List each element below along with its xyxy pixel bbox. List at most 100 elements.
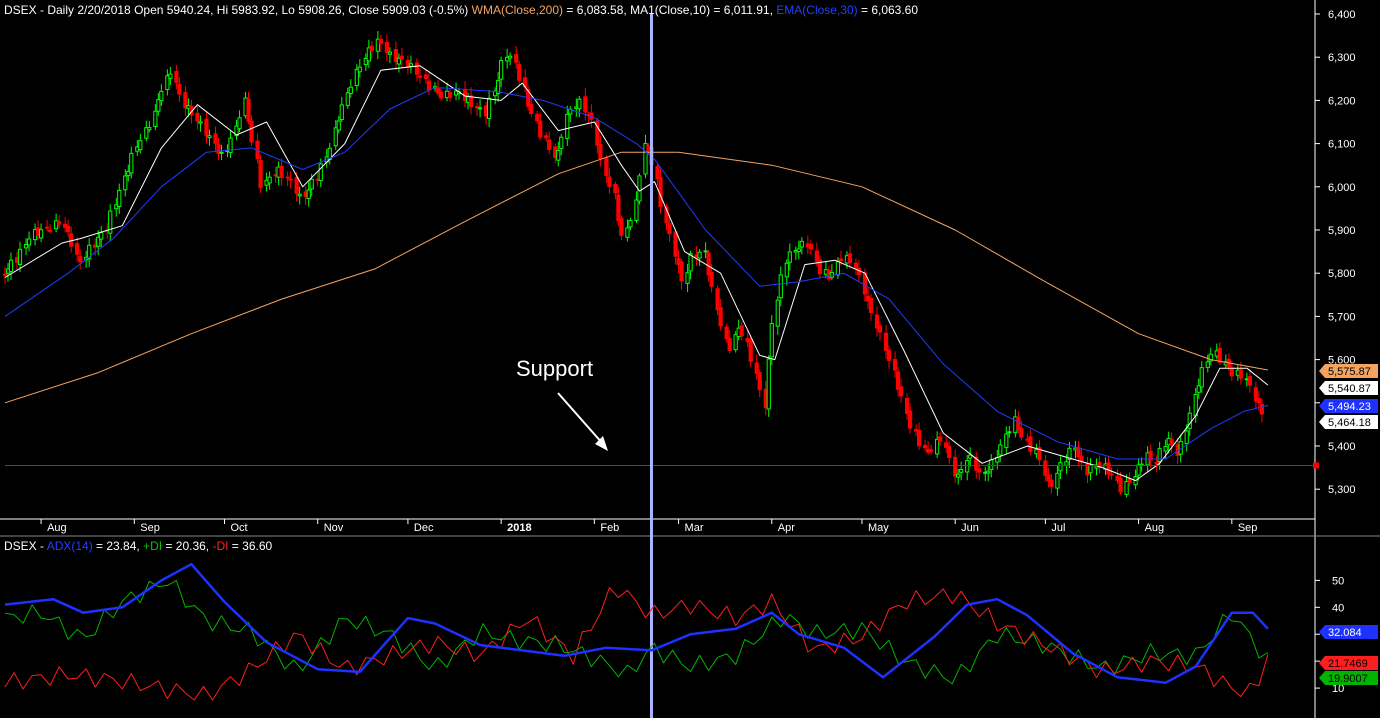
candle-body xyxy=(607,176,612,188)
candle-body xyxy=(417,75,423,78)
support-marker xyxy=(1313,462,1319,469)
price-tag-label-wma: 5,575.87 xyxy=(1328,366,1371,378)
candle-body xyxy=(565,113,570,139)
candle-body xyxy=(426,80,432,91)
candle-body xyxy=(968,454,973,459)
candle-body xyxy=(1124,481,1129,495)
candle-body xyxy=(883,332,889,351)
mdi-legend-label: -DI xyxy=(212,539,229,553)
candle-body xyxy=(1058,462,1063,472)
pdi-legend-label: +DI xyxy=(143,539,163,553)
candle-body xyxy=(294,177,299,194)
candle-body xyxy=(1004,433,1009,448)
candle-body xyxy=(78,256,83,263)
candle-body xyxy=(2,273,8,276)
candle-body xyxy=(718,307,723,327)
candle-body xyxy=(399,55,405,60)
candle-body xyxy=(1256,398,1261,404)
candle-body xyxy=(754,362,759,374)
pdi-legend-value: = 20.36, xyxy=(162,539,213,553)
candle-body xyxy=(697,251,702,259)
candle-body xyxy=(628,220,633,228)
price-y-tick-label: 6,300 xyxy=(1328,52,1356,64)
indicator-panel-header: DSEX - ADX(14) = 23.84, +DI = 20.36, -DI… xyxy=(4,539,272,553)
candle-body xyxy=(1106,462,1111,475)
candle-body xyxy=(892,359,898,371)
candle-body xyxy=(1199,367,1204,388)
price-y-tick-label: 6,100 xyxy=(1328,139,1356,151)
x-tick-label: Feb xyxy=(600,522,619,534)
candle-body xyxy=(357,66,362,73)
price-y-tick-label: 6,200 xyxy=(1328,95,1356,107)
candle-body xyxy=(959,468,964,473)
ma-legend-label: MA1(Close,10) xyxy=(630,3,711,17)
candle-body xyxy=(529,103,534,115)
x-tick-label: Aug xyxy=(1145,522,1165,534)
candle-body xyxy=(1163,446,1168,452)
candle-body xyxy=(285,176,290,179)
candle-body xyxy=(673,231,678,257)
candle-body xyxy=(535,113,540,122)
candle-body xyxy=(838,258,844,262)
ema-legend-label: EMA(Close,30) xyxy=(776,3,858,17)
candle-body xyxy=(57,221,62,225)
candle-body xyxy=(288,178,293,181)
price-y-tick-label: 5,400 xyxy=(1328,441,1356,453)
candle-body xyxy=(929,449,934,452)
candle-body xyxy=(604,157,609,177)
x-tick-label: Sep xyxy=(1238,522,1258,534)
candle-body xyxy=(757,372,762,391)
candle-body xyxy=(598,143,603,160)
candle-body xyxy=(1217,347,1222,363)
candle-body xyxy=(577,98,582,110)
pdi-line xyxy=(4,580,1269,685)
ma-line-2 xyxy=(4,86,1269,460)
candle-body xyxy=(408,63,414,67)
candle-body xyxy=(195,112,200,122)
candle-body xyxy=(727,338,732,351)
ma-legend-value: = 6,011.91, xyxy=(710,3,777,17)
candle-body xyxy=(1184,430,1189,445)
candle-body xyxy=(1049,479,1054,487)
candle-body xyxy=(246,98,251,122)
candle-body xyxy=(336,120,341,131)
candle-body xyxy=(514,54,519,63)
candle-body xyxy=(616,194,621,222)
candle-body xyxy=(956,473,961,478)
candle-body xyxy=(1238,369,1243,379)
candle-body xyxy=(898,386,904,397)
candle-body xyxy=(1154,461,1159,465)
candle-body xyxy=(847,253,853,263)
x-tick-label: Mar xyxy=(685,522,704,534)
ind-tag-label-mdi: 21.7469 xyxy=(1328,658,1368,670)
ema-legend-value: = 6,063.60 xyxy=(857,3,919,17)
x-tick-label: Nov xyxy=(324,522,344,534)
candle-body xyxy=(499,59,504,80)
candle-body xyxy=(159,90,164,102)
ind-y-tick-label: 40 xyxy=(1332,602,1344,614)
candle-body xyxy=(1187,412,1192,429)
x-tick-label: Jun xyxy=(961,522,979,534)
candle-body xyxy=(216,143,221,154)
candle-body xyxy=(309,178,314,190)
x-tick-label: Apr xyxy=(778,522,795,534)
ind-tag-label-pdi: 19.9007 xyxy=(1328,673,1368,685)
candle-body xyxy=(1136,464,1141,476)
ma-line-0 xyxy=(4,151,1268,404)
candle-body xyxy=(637,175,642,202)
candle-body xyxy=(559,136,564,149)
x-tick-label: Sep xyxy=(140,522,160,534)
candle-body xyxy=(1157,448,1162,462)
candle-body xyxy=(556,150,561,161)
mdi-line xyxy=(4,587,1269,701)
adx-legend-label: ADX(14) xyxy=(46,539,93,553)
candle-body xyxy=(168,73,173,79)
x-tick-label: Aug xyxy=(47,522,67,534)
x-tick-label: Jul xyxy=(1051,522,1065,534)
wma-legend-label: WMA(Close,200) xyxy=(471,3,564,17)
candle-body xyxy=(886,349,892,361)
candle-body xyxy=(147,127,152,131)
price-y-tick-label: 5,300 xyxy=(1328,484,1356,496)
price-header-symbol: DSEX - Daily 2/20/2018 Open 5940.24, Hi … xyxy=(4,3,469,17)
candle-body xyxy=(8,259,14,273)
